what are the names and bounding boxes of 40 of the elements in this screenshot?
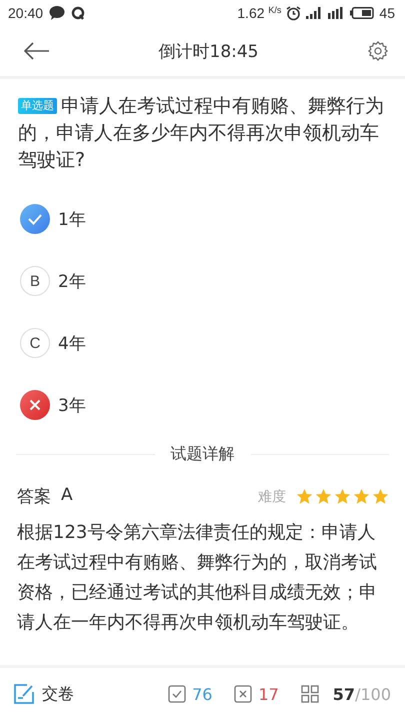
star-icon xyxy=(353,488,370,505)
question-text: 单选题 申请人在考试过程中有贿赂、舞弊行为的，申请人在多少年内不得再次申领机动车驾驶证? xyxy=(18,94,385,173)
explanation-text: 根据123号令第六章法律责任的规定：申请人在考试过程中有贿赂、舞弊行为的，取消考试资格，已经通过考试的其他科目成绩无效；申请人在一年内不得再次申领机动车驾驶证。 xyxy=(17,521,378,635)
answer-label: 答案 xyxy=(17,486,51,508)
submit-button[interactable]: 交卷 xyxy=(12,682,74,706)
option-text: 2年 xyxy=(58,270,86,292)
status-time: 20:40 xyxy=(8,5,44,21)
battery-icon xyxy=(350,7,374,19)
question-grid-button[interactable] xyxy=(298,683,321,705)
star-icon xyxy=(334,488,351,505)
option-letter: C xyxy=(20,328,50,358)
answer-option[interactable]: C 4年 xyxy=(0,312,405,374)
answer-option[interactable]: 1年 xyxy=(0,188,405,250)
option-text: 3年 xyxy=(58,394,86,416)
alarm-icon xyxy=(286,6,302,20)
countdown-title: 倒计时18:45 xyxy=(158,40,258,62)
star-icon xyxy=(315,488,332,505)
wrong-count-icon xyxy=(234,685,252,703)
battery-level: 45 xyxy=(379,5,395,21)
difficulty-label: 难度 xyxy=(258,488,286,506)
correct-count-icon xyxy=(168,685,186,703)
correct-count: 76 xyxy=(192,684,212,704)
answer-value: A xyxy=(61,485,73,507)
network-speed: 1.62 K/s xyxy=(237,5,282,21)
star-icon xyxy=(372,488,389,505)
chat-icon xyxy=(49,6,66,20)
section-heading: 试题详解 xyxy=(170,444,234,465)
question-type-badge: 单选题 xyxy=(18,98,57,114)
star-icon xyxy=(296,488,313,505)
answer-option[interactable]: B 2年 xyxy=(0,250,405,312)
option-text: 4年 xyxy=(58,332,86,354)
signal-icon xyxy=(328,7,346,19)
signal-icon xyxy=(306,7,324,19)
wrong-count: 17 xyxy=(258,684,279,704)
option-text: 1年 xyxy=(58,208,86,230)
q-icon xyxy=(71,6,86,20)
edit-icon xyxy=(12,682,36,706)
answer-option[interactable]: 3年 xyxy=(0,374,405,436)
option-letter: B xyxy=(20,266,50,296)
back-button[interactable] xyxy=(22,40,52,62)
